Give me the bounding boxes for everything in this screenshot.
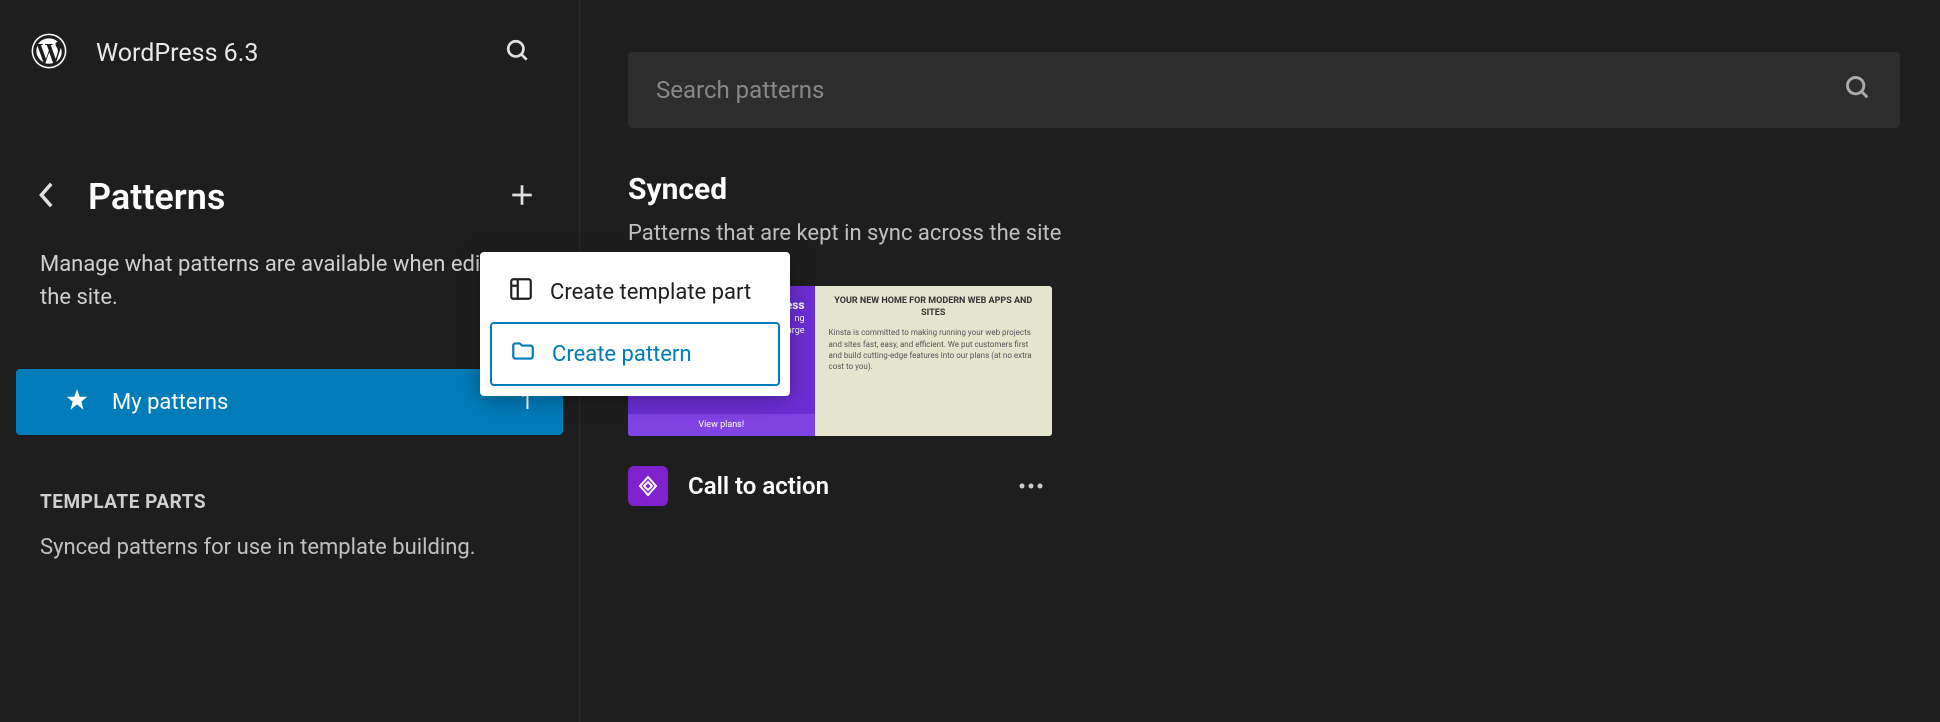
plus-icon (509, 197, 535, 212)
back-button[interactable] (34, 177, 60, 217)
wordpress-logo-icon (30, 32, 68, 74)
popover-item-label: Create template part (550, 280, 751, 305)
nav-title-row: Patterns (0, 176, 579, 218)
synced-description: Patterns that are kept in sync across th… (628, 221, 1900, 246)
search-icon (1844, 74, 1872, 106)
search-patterns-input[interactable]: Search patterns (628, 52, 1900, 128)
preview-right-title: YOUR NEW HOME FOR MODERN WEB APPS AND SI… (829, 296, 1038, 319)
preview-right-panel: YOUR NEW HOME FOR MODERN WEB APPS AND SI… (815, 286, 1052, 436)
site-title: WordPress 6.3 (96, 39, 258, 68)
page-title: Patterns (88, 176, 225, 218)
pattern-type-icon (628, 466, 668, 506)
search-button[interactable] (497, 30, 539, 76)
create-popover: Create template part Create pattern (480, 252, 790, 396)
nav-item-label: My patterns (112, 390, 228, 415)
pattern-row-left: Call to action (628, 466, 829, 506)
pattern-label: Call to action (688, 472, 829, 500)
pattern-list-item[interactable]: Call to action (628, 466, 1052, 506)
folder-icon (510, 338, 536, 370)
sidebar-header: WordPress 6.3 (0, 30, 579, 76)
add-pattern-button[interactable] (505, 178, 539, 216)
synced-heading: Synced (628, 172, 1900, 207)
preview-view-plans-btn: View plans! (628, 414, 815, 436)
template-part-icon (508, 276, 534, 308)
sidebar: WordPress 6.3 Patterns (0, 0, 580, 722)
nav-item-left: My patterns (64, 387, 228, 417)
pattern-more-button[interactable] (1010, 471, 1052, 502)
star-icon (64, 387, 90, 417)
more-horizontal-icon (1018, 479, 1044, 494)
create-template-part-option[interactable]: Create template part (490, 262, 780, 322)
template-parts-description: Synced patterns for use in template buil… (0, 535, 579, 560)
template-parts-heading: TEMPLATE PARTS (0, 490, 579, 513)
chevron-left-icon (38, 198, 56, 213)
search-icon (505, 53, 531, 68)
preview-right-body: Kinsta is committed to making running yo… (829, 327, 1038, 372)
nav-title-left: Patterns (34, 176, 225, 218)
create-pattern-option[interactable]: Create pattern (490, 322, 780, 386)
search-placeholder: Search patterns (656, 76, 824, 104)
sidebar-header-left: WordPress 6.3 (30, 32, 258, 74)
popover-item-label: Create pattern (552, 342, 692, 367)
